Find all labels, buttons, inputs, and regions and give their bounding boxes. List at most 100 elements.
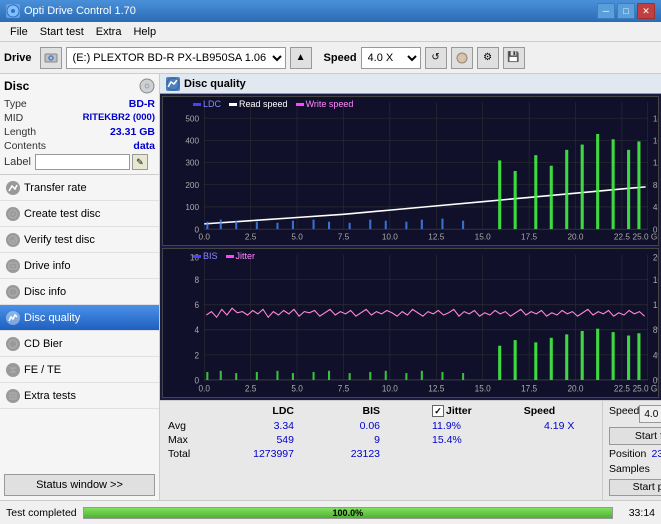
position-value: 23862 MB bbox=[652, 448, 661, 460]
disc-quality-header: Disc quality bbox=[160, 74, 661, 94]
stats-spacer4 bbox=[508, 420, 528, 432]
settings-button[interactable]: ⚙ bbox=[477, 47, 499, 69]
start-part-button[interactable]: Start part bbox=[609, 479, 661, 497]
jitter-checkbox[interactable]: ✓ bbox=[432, 405, 444, 417]
svg-text:12.5: 12.5 bbox=[428, 383, 444, 393]
read-color bbox=[229, 103, 237, 106]
svg-text:5.0: 5.0 bbox=[291, 383, 303, 393]
jitter-color bbox=[226, 255, 234, 258]
disc-label-input[interactable] bbox=[35, 154, 130, 170]
svg-text:2.5: 2.5 bbox=[245, 383, 257, 393]
disc-panel-title: Disc bbox=[4, 79, 29, 93]
drive-select[interactable]: (E:) PLEXTOR BD-R PX-LB950SA 1.06 bbox=[66, 47, 286, 69]
stats-speed-select[interactable]: 4.0 X bbox=[639, 405, 661, 423]
sidebar-item-transfer-rate[interactable]: Transfer rate bbox=[0, 175, 159, 201]
write-label: Write speed bbox=[306, 99, 354, 109]
status-window-button[interactable]: Status window >> bbox=[4, 474, 155, 496]
cd-bier-icon bbox=[6, 337, 20, 351]
toolbar: Drive (E:) PLEXTOR BD-R PX-LB950SA 1.06 … bbox=[0, 42, 661, 74]
stats-total-bis: 23123 bbox=[310, 448, 380, 460]
minimize-button[interactable]: ─ bbox=[597, 3, 615, 19]
disc-quality-title: Disc quality bbox=[184, 78, 246, 90]
disc-panel: Disc Type BD-R MID RITEKBR2 (000) Length… bbox=[0, 74, 159, 175]
svg-text:2: 2 bbox=[195, 350, 200, 360]
progress-area: Test completed 100.0% 33:14 bbox=[0, 500, 661, 524]
svg-text:500: 500 bbox=[185, 113, 199, 123]
svg-text:20.0: 20.0 bbox=[567, 232, 583, 242]
svg-text:20%: 20% bbox=[653, 252, 658, 262]
sidebar-item-cd-bier[interactable]: CD Bier bbox=[0, 331, 159, 357]
menu-start-test[interactable]: Start test bbox=[34, 24, 90, 40]
disc-contents-value: data bbox=[133, 140, 155, 152]
legend-bis: BIS bbox=[193, 251, 218, 261]
sidebar-item-verify-test-disc[interactable]: Verify test disc bbox=[0, 227, 159, 253]
speed-label: Speed bbox=[324, 52, 357, 64]
svg-text:12%: 12% bbox=[653, 300, 658, 310]
svg-text:i: i bbox=[12, 291, 13, 297]
eject-button[interactable]: ▲ bbox=[290, 47, 312, 69]
stats-position-row: Position 23862 MB bbox=[609, 448, 661, 460]
svg-text:10.0: 10.0 bbox=[382, 232, 398, 242]
menu-file[interactable]: File bbox=[4, 24, 34, 40]
stats-header: LDC BIS ✓ Jitter Speed bbox=[168, 405, 594, 417]
svg-text:4X: 4X bbox=[653, 202, 658, 212]
progress-bar-container: 100.0% bbox=[83, 507, 613, 519]
sidebar-item-extra-tests[interactable]: Extra tests bbox=[0, 383, 159, 409]
title-bar-left: Opti Drive Control 1.70 bbox=[6, 4, 136, 18]
svg-text:100: 100 bbox=[185, 202, 199, 212]
svg-text:7.5: 7.5 bbox=[338, 383, 350, 393]
svg-text:4: 4 bbox=[195, 325, 200, 335]
close-button[interactable]: ✕ bbox=[637, 3, 655, 19]
svg-text:25.0 GB: 25.0 GB bbox=[633, 232, 658, 242]
read-label: Read speed bbox=[239, 99, 288, 109]
sidebar-item-fe-te[interactable]: FE / TE bbox=[0, 357, 159, 383]
svg-text:22.5: 22.5 bbox=[614, 232, 630, 242]
bis-color bbox=[193, 255, 201, 258]
menu-extra[interactable]: Extra bbox=[90, 24, 128, 40]
disc-length-label: Length bbox=[4, 126, 36, 138]
disc-length-value: 23.31 GB bbox=[110, 126, 155, 138]
sidebar-item-create-test-disc[interactable]: Create test disc bbox=[0, 201, 159, 227]
svg-text:25.0 GB: 25.0 GB bbox=[633, 383, 658, 393]
drive-label: Drive bbox=[4, 52, 32, 64]
ldc-color bbox=[193, 103, 201, 106]
status-text: Test completed bbox=[6, 507, 77, 519]
disc-label-btn[interactable]: ✎ bbox=[132, 154, 148, 170]
stats-avg-speed: 4.19 X bbox=[544, 420, 594, 432]
svg-text:17.5: 17.5 bbox=[521, 232, 537, 242]
sidebar-item-drive-info[interactable]: Drive info bbox=[0, 253, 159, 279]
sidebar-item-disc-info[interactable]: i Disc info bbox=[0, 279, 159, 305]
extra-tests-icon bbox=[6, 389, 20, 403]
stats-ldc-header: LDC bbox=[224, 405, 294, 417]
svg-text:17.5: 17.5 bbox=[521, 383, 537, 393]
stats-total-label: Total bbox=[168, 448, 208, 460]
stats-max-ldc: 549 bbox=[224, 434, 294, 446]
disc-button[interactable] bbox=[451, 47, 473, 69]
maximize-button[interactable]: □ bbox=[617, 3, 635, 19]
start-full-button[interactable]: Start full bbox=[609, 427, 661, 445]
app-title: Opti Drive Control 1.70 bbox=[24, 5, 136, 17]
disc-contents-row: Contents data bbox=[4, 140, 155, 152]
save-button[interactable]: 💾 bbox=[503, 47, 525, 69]
fe-te-icon bbox=[6, 363, 20, 377]
drive-icon-btn bbox=[40, 47, 62, 69]
svg-text:22.5: 22.5 bbox=[614, 383, 630, 393]
menu-help[interactable]: Help bbox=[127, 24, 162, 40]
disc-type-value: BD-R bbox=[129, 98, 155, 110]
sidebar-item-disc-quality[interactable]: Disc quality bbox=[0, 305, 159, 331]
legend-write: Write speed bbox=[296, 99, 354, 109]
jitter-check[interactable]: ✓ Jitter bbox=[432, 405, 472, 417]
svg-text:12X: 12X bbox=[653, 158, 658, 168]
legend-jitter: Jitter bbox=[226, 251, 256, 261]
disc-contents-label: Contents bbox=[4, 140, 46, 152]
stats-spacer2 bbox=[488, 405, 508, 417]
stats-right: Speed 4.0 X Start full Position 23862 MB… bbox=[602, 401, 661, 500]
speed-select[interactable]: 4.0 X bbox=[361, 47, 421, 69]
svg-text:5.0: 5.0 bbox=[291, 232, 303, 242]
refresh-button[interactable]: ↺ bbox=[425, 47, 447, 69]
svg-text:6: 6 bbox=[195, 300, 200, 310]
svg-text:16%: 16% bbox=[653, 275, 658, 285]
stats-speed-select-label: Speed bbox=[609, 405, 639, 423]
top-chart-svg: 0 100 200 300 400 500 0 4X 8X 12X 16X 18… bbox=[163, 97, 658, 245]
disc-length-row: Length 23.31 GB bbox=[4, 126, 155, 138]
